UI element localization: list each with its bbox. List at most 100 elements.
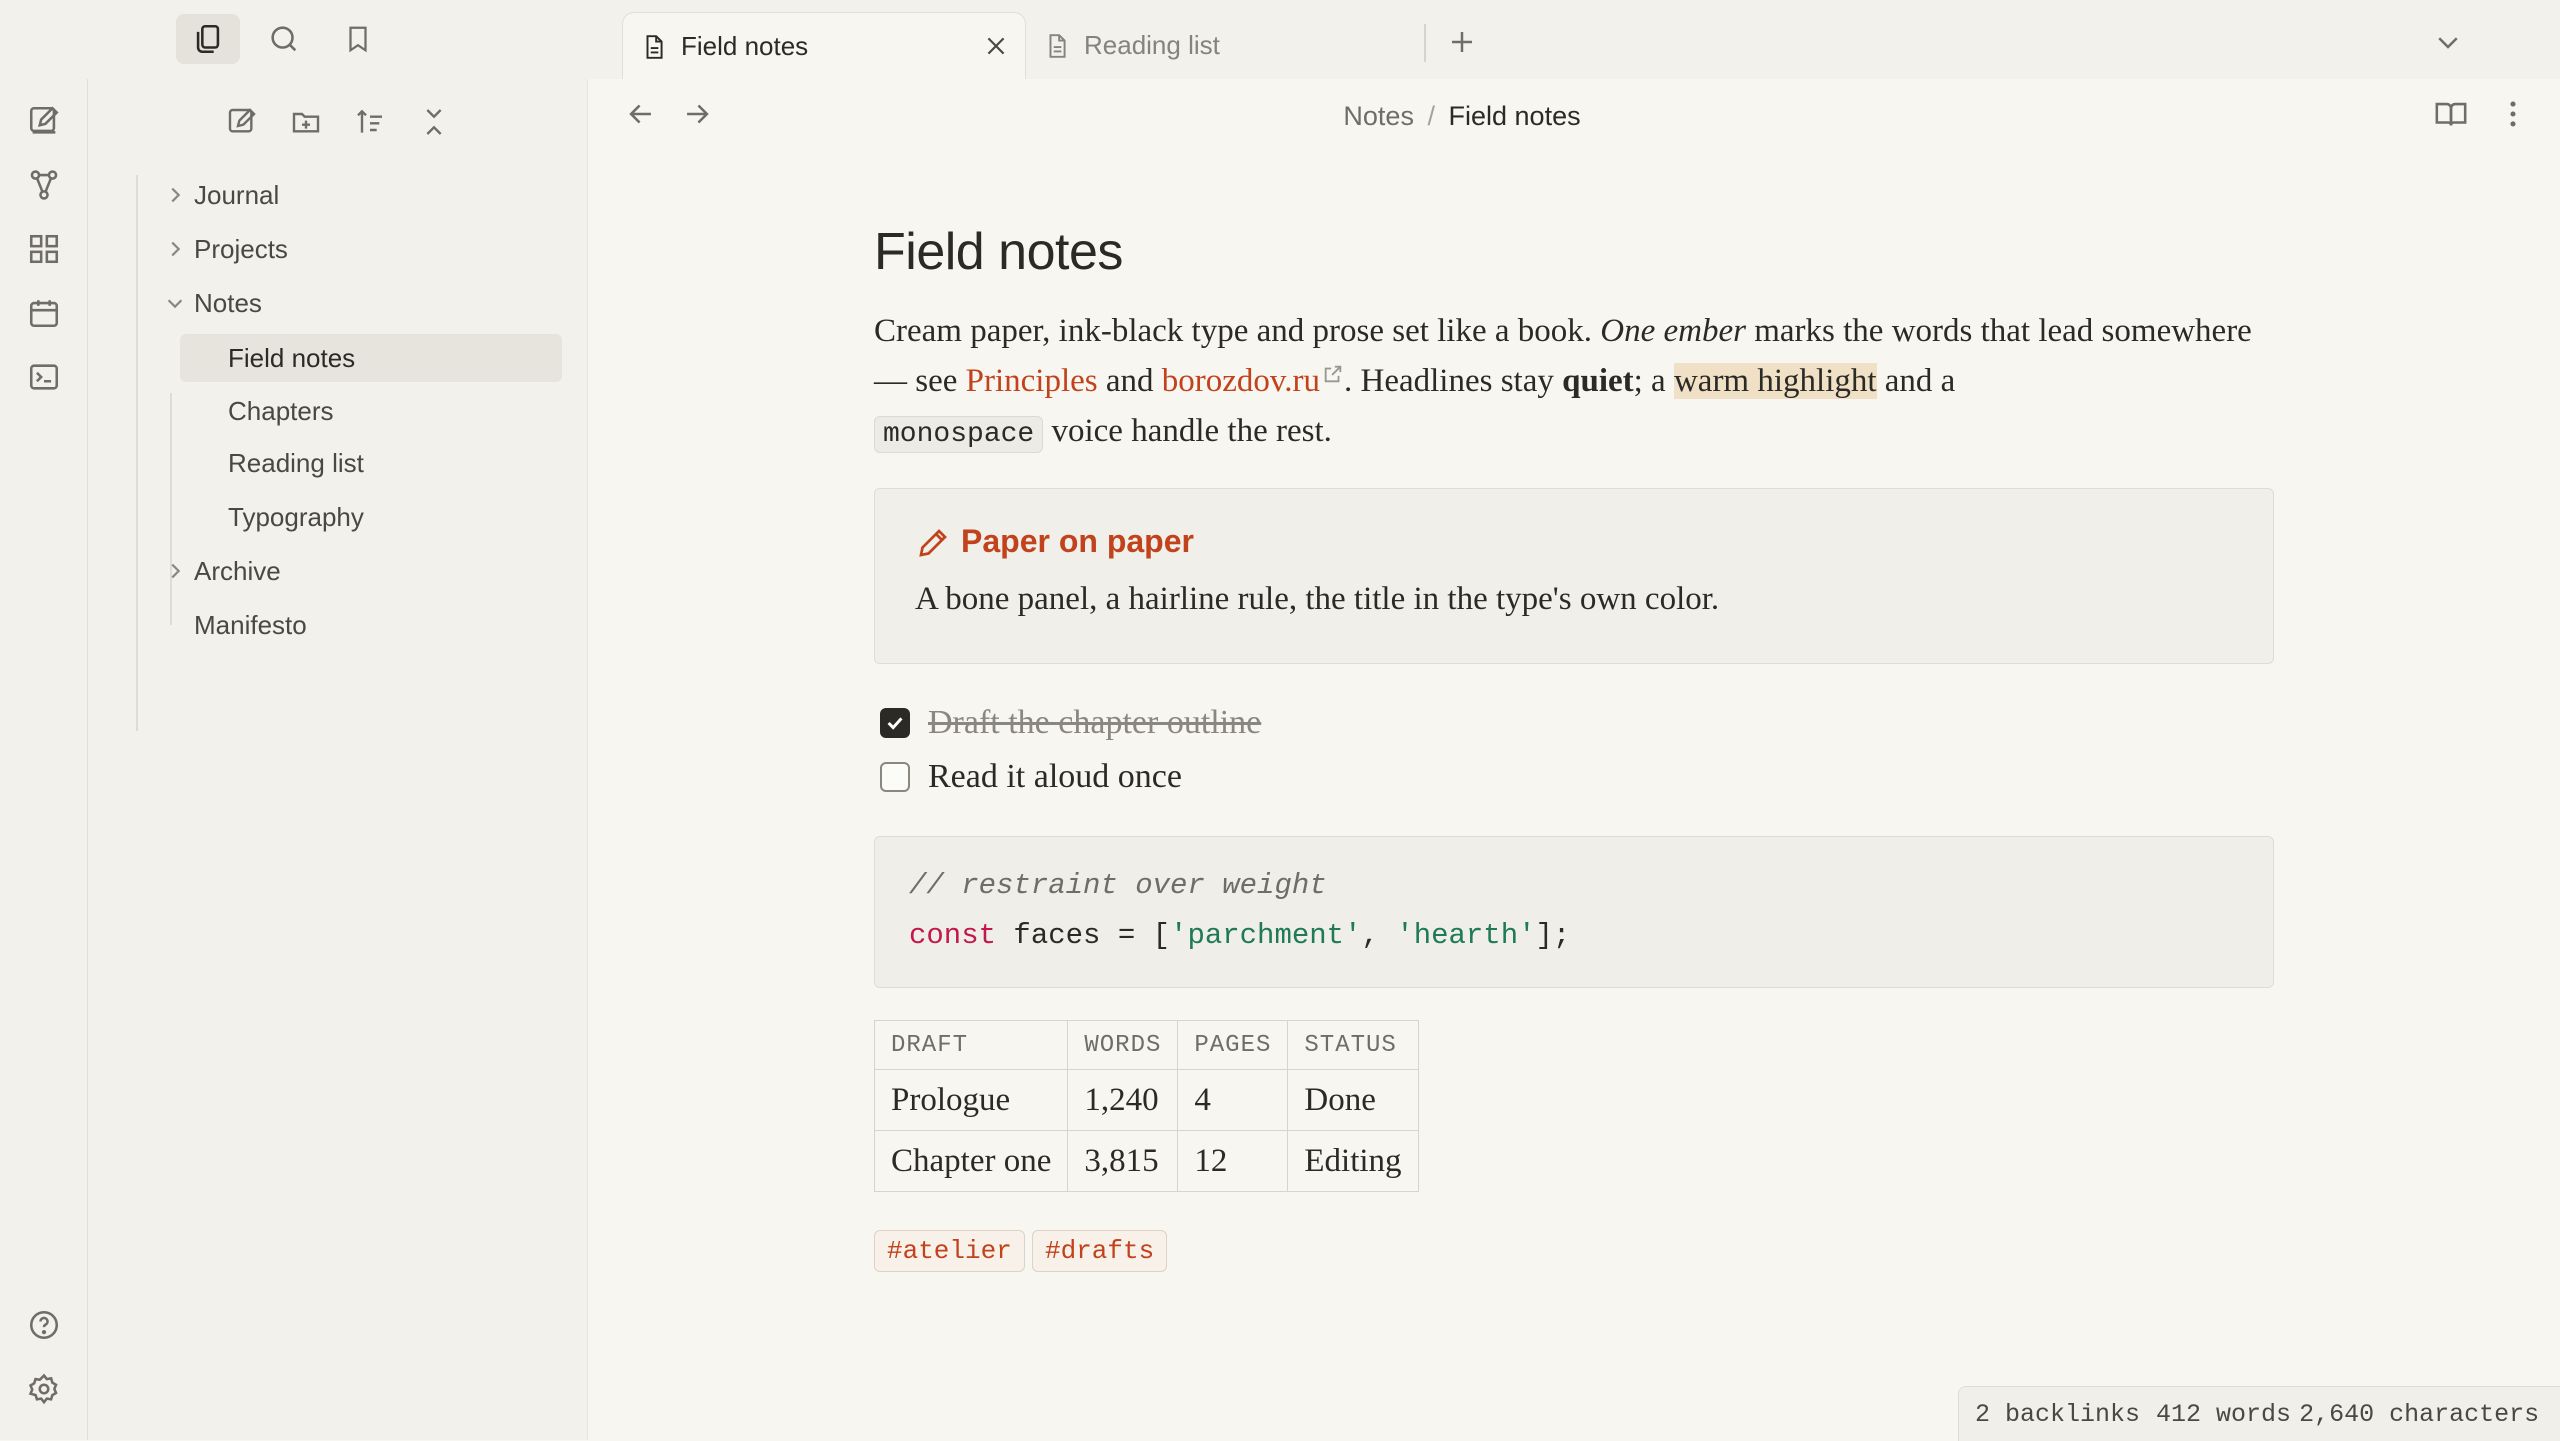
external-link[interactable]: borozdov.ru (1162, 363, 1344, 399)
table-header-row: DRAFT WORDS PAGES STATUS (873, 1020, 1419, 1070)
sidebar-item-typography[interactable]: Typography (228, 493, 364, 541)
breadcrumb-parent[interactable]: Notes (1343, 101, 1414, 131)
forward-arrow-icon[interactable] (680, 97, 724, 141)
inline-code: monospace (874, 416, 1044, 453)
chevron-right-icon (164, 238, 186, 260)
more-options-icon[interactable] (2496, 97, 2540, 141)
chevron-right-icon (164, 560, 186, 582)
reading-view-icon[interactable] (2434, 97, 2478, 141)
task-item-done: Draft the chapter outline (880, 703, 1261, 743)
code-text: faces = [ (996, 919, 1171, 952)
table-header: DRAFT (873, 1020, 1069, 1070)
tab-reading-list[interactable]: Reading list (1026, 12, 1422, 79)
sidebar-item-manifesto[interactable]: Manifesto (194, 601, 307, 649)
task-label: Read it aloud once (928, 758, 1182, 795)
file-icon (641, 34, 667, 60)
sidebar-item-notes[interactable]: Notes (167, 279, 262, 327)
new-note-icon[interactable] (22, 99, 66, 143)
external-link-label: borozdov.ru (1161, 363, 1321, 399)
code-comment: // restraint over weight (909, 869, 1327, 902)
graph-icon[interactable] (22, 163, 66, 207)
table-row: Prologue 1,240 4 Done (873, 1069, 1419, 1131)
paragraph-text: Cream paper, ink-black type and prose se… (874, 313, 1601, 349)
tree-guide-line (170, 393, 172, 625)
close-icon[interactable] (983, 33, 1009, 59)
tag-atelier[interactable]: #atelier (874, 1230, 1025, 1272)
code-text: , (1361, 919, 1397, 952)
tab-strip: Field notes Reading list (0, 0, 2560, 80)
data-table: DRAFT WORDS PAGES STATUS Prologue 1,240 … (873, 1020, 1419, 1192)
paragraph-text: and (1097, 363, 1162, 399)
tag-drafts[interactable]: #drafts (1032, 1230, 1168, 1272)
sort-icon[interactable] (338, 97, 402, 147)
table-cell: 3,815 (1067, 1130, 1179, 1192)
calendar-icon[interactable] (22, 291, 66, 335)
code-string: 'hearth' (1396, 919, 1536, 952)
back-arrow-icon[interactable] (624, 97, 668, 141)
internal-link[interactable]: Principles (966, 363, 1098, 399)
new-tab-plus-icon[interactable] (1430, 17, 1494, 67)
table-header: PAGES (1177, 1020, 1289, 1070)
table-row: Chapter one 3,815 12 Editing (873, 1130, 1419, 1192)
new-note-icon[interactable] (210, 97, 274, 147)
sidebar-item-label: Journal (194, 179, 280, 210)
sidebar-item-chapters[interactable]: Chapters (228, 387, 334, 435)
paragraph: Cream paper, ink-black type and prose se… (874, 306, 2274, 460)
callout-body: A bone panel, a hairline rule, the title… (915, 581, 1720, 617)
grid-icon[interactable] (22, 227, 66, 271)
collapse-all-icon[interactable] (402, 97, 466, 147)
sidebar-item-label: Archive (194, 555, 281, 586)
character-count: 2,640 characters (2299, 1399, 2540, 1429)
table-cell: Prologue (873, 1069, 1069, 1131)
sidebar-item-label: Typography (228, 501, 364, 532)
tab-label: Field notes (681, 31, 809, 61)
checkbox-unchecked[interactable] (880, 762, 910, 792)
checkbox-checked[interactable] (880, 708, 910, 738)
paragraph-text: and a (1876, 363, 1956, 399)
bookmark-icon[interactable] (326, 14, 390, 64)
breadcrumb: Notes / Field notes (1343, 101, 1580, 132)
table-cell: 12 (1177, 1130, 1289, 1192)
help-icon[interactable] (22, 1303, 66, 1347)
files-icon[interactable] (176, 14, 240, 64)
highlighted-text: warm highlight (1673, 363, 1877, 399)
sidebar-item-field-notes[interactable]: Field notes (180, 334, 562, 382)
task-item: Read it aloud once (880, 757, 1182, 797)
left-ribbon (0, 79, 88, 1440)
sidebar-item-label: Projects (194, 233, 288, 264)
sidebar-item-label: Notes (194, 287, 262, 318)
backlinks-count[interactable]: 2 backlinks (1975, 1400, 2140, 1429)
sidebar-item-label: Manifesto (194, 609, 307, 640)
chevron-down-icon (164, 292, 186, 314)
table-cell: Done (1287, 1069, 1419, 1131)
table-cell: Chapter one (873, 1130, 1069, 1192)
code-block: // restraint over weight const faces = [… (874, 836, 2274, 988)
new-folder-icon[interactable] (274, 97, 338, 147)
tab-field-notes[interactable]: Field notes (622, 12, 1026, 80)
breadcrumb-separator: / (1427, 101, 1435, 131)
chevron-right-icon (164, 184, 186, 206)
pencil-icon (915, 525, 951, 561)
bold-text: quiet (1562, 363, 1634, 399)
search-icon[interactable] (252, 14, 316, 64)
tab-label: Reading list (1084, 30, 1220, 60)
settings-gear-icon[interactable] (22, 1367, 66, 1411)
tree-guide-line (136, 175, 138, 731)
callout: Paper on paper A bone panel, a hairline … (874, 488, 2274, 664)
file-icon (1044, 33, 1070, 59)
table-header: WORDS (1067, 1020, 1179, 1070)
code-text: ]; (1535, 919, 1571, 952)
emphasis-text: One ember (1600, 313, 1746, 349)
task-label: Draft the chapter outline (928, 704, 1262, 741)
sidebar-item-projects[interactable]: Projects (171, 225, 288, 273)
terminal-icon[interactable] (22, 355, 66, 399)
callout-title: Paper on paper (961, 523, 1194, 559)
sidebar-item-journal[interactable]: Journal (171, 171, 280, 219)
tab-divider (1424, 24, 1426, 62)
document-title: Field notes (874, 223, 1123, 281)
sidebar-item-reading-list[interactable]: Reading list (228, 439, 364, 487)
sidebar-item-archive[interactable]: Archive (171, 547, 281, 595)
file-explorer: Journal Projects Notes Field notes Chapt… (88, 79, 588, 1440)
chevron-down-icon[interactable] (2416, 17, 2480, 67)
sidebar-item-label: Reading list (228, 447, 364, 478)
